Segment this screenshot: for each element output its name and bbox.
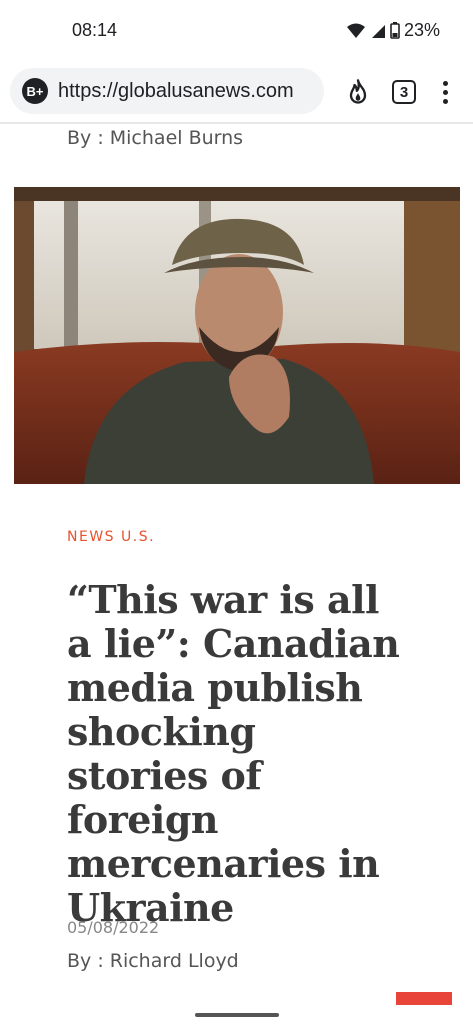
- article-photo[interactable]: [14, 187, 460, 484]
- article-byline: By : Richard Lloyd: [67, 950, 239, 972]
- article-category[interactable]: NEWS U.S.: [67, 529, 155, 545]
- status-time: 08:14: [72, 20, 118, 40]
- battery-percent: 23%: [403, 20, 440, 40]
- status-icons: 23%: [346, 20, 440, 41]
- article-date: 05/08/2022: [67, 918, 160, 937]
- status-bar: 08:14 23%: [0, 0, 473, 60]
- article-photo-image: [14, 187, 460, 484]
- browser-toolbar: B+ https://globalusanews.com 3: [0, 60, 473, 122]
- home-indicator[interactable]: [195, 1013, 279, 1017]
- tab-switcher-button[interactable]: 3: [392, 80, 416, 104]
- more-menu-icon[interactable]: [440, 78, 450, 106]
- battery-icon: [390, 22, 400, 39]
- previous-article-byline: By : Michael Burns: [67, 127, 244, 149]
- article-headline[interactable]: “This war is all a lie”: Canadian media …: [67, 578, 407, 930]
- cell-signal-icon: [371, 24, 385, 38]
- toolbar-divider: [0, 122, 473, 124]
- scroll-top-button[interactable]: [396, 992, 452, 1005]
- wifi-icon: [346, 23, 365, 38]
- url-text[interactable]: https://globalusanews.com: [58, 80, 294, 103]
- address-bar[interactable]: B+ https://globalusanews.com: [10, 68, 324, 114]
- site-favicon-icon: B+: [22, 78, 48, 104]
- flame-icon[interactable]: [344, 78, 372, 106]
